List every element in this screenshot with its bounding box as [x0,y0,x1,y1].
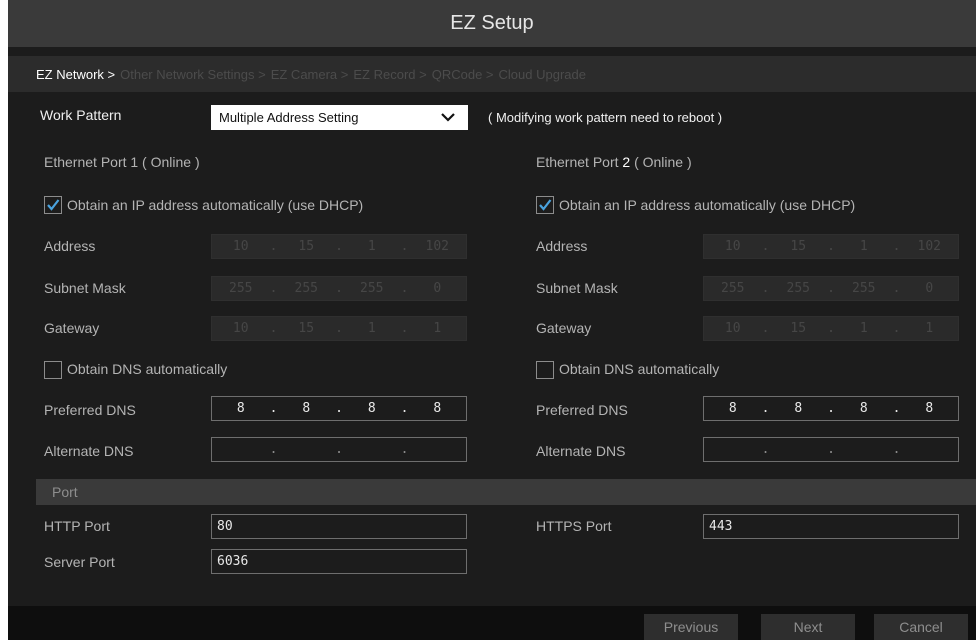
ip-octet: 8 [728,401,737,416]
ip-octet: 8 [925,401,934,416]
port2-preferred-dns-field[interactable]: 8. 8. 8. 8 [703,396,959,421]
port1-dhcp-checkbox[interactable] [44,196,62,214]
work-pattern-label: Work Pattern [40,107,122,123]
ez-setup-window: EZ Setup EZ Network > Other Network Sett… [8,0,976,640]
port2-address-field[interactable]: 10. 15. 1. 102 [703,234,959,259]
port2-gateway-label: Gateway [536,320,592,336]
port2-dns-auto-checkbox[interactable] [536,361,554,379]
window-title: EZ Setup [450,12,534,34]
server-port-input[interactable]: 6036 [211,549,467,574]
port1-subnet-field[interactable]: 255. 255. 255. 0 [211,276,467,301]
crumb-ez-camera[interactable]: EZ Camera > [271,67,349,82]
crumb-qrcode[interactable]: QRCode > [432,67,494,82]
port1-dns-auto-label: Obtain DNS automatically [67,361,228,377]
next-button[interactable]: Next [761,614,855,640]
ip-octet: 8 [236,401,245,416]
port1-address-label: Address [44,238,96,254]
port1-gateway-field[interactable]: 10. 15. 1. 1 [211,316,467,341]
work-pattern-value: Multiple Address Setting [219,110,359,125]
http-port-input[interactable]: 80 [211,514,467,539]
ip-octet: 8 [302,401,311,416]
ip-octet: 15 [790,239,807,254]
crumb-ez-network[interactable]: EZ Network > [36,67,115,82]
ip-octet: 102 [917,239,941,254]
port1-dns-auto-checkbox[interactable] [44,361,62,379]
ip-octet: 15 [790,321,807,336]
ip-octet: 10 [232,239,249,254]
port1-dhcp-label: Obtain an IP address automatically (use … [67,197,364,213]
ip-octet: 10 [724,321,741,336]
port2-dhcp-checkbox[interactable] [536,196,554,214]
port1-alternate-dns-label: Alternate DNS [44,443,134,459]
port2-alternate-dns-label: Alternate DNS [536,443,626,459]
port1-gateway-label: Gateway [44,320,100,336]
port2-title: Ethernet Port 2 ( Online ) [536,154,692,170]
http-port-label: HTTP Port [44,518,110,534]
ip-octet: 8 [794,401,803,416]
port1-alternate-dns-field[interactable]: . . . [211,437,467,462]
ip-octet: 0 [925,281,934,296]
crumb-ez-record[interactable]: EZ Record > [353,67,426,82]
port2-dhcp-label: Obtain an IP address automatically (use … [559,197,856,213]
port2-title-prefix: Ethernet Port [536,154,623,170]
work-pattern-select[interactable]: Multiple Address Setting [211,105,468,130]
port1-title: Ethernet Port 1 ( Online ) [44,154,200,170]
port2-alternate-dns-field[interactable]: . . . [703,437,959,462]
port1-preferred-dns-label: Preferred DNS [44,402,136,418]
ip-octet: 10 [232,321,249,336]
ip-octet: 8 [859,401,868,416]
ip-octet: 102 [425,239,449,254]
port2-subnet-field[interactable]: 255. 255. 255. 0 [703,276,959,301]
ip-octet: 15 [298,321,315,336]
crumb-other-network-settings[interactable]: Other Network Settings > [120,67,266,82]
http-port-value: 80 [217,519,233,534]
previous-button[interactable]: Previous [644,614,738,640]
port2-subnet-label: Subnet Mask [536,280,618,296]
ip-octet: 255 [229,281,253,296]
port2-address-label: Address [536,238,588,254]
ip-octet: 1 [367,239,376,254]
ip-octet: 1 [859,321,868,336]
port2-title-suffix: ( Online ) [630,154,692,170]
server-port-label: Server Port [44,554,115,570]
ip-octet: 255 [360,281,384,296]
ip-octet: 255 [852,281,876,296]
checkmark-icon [47,199,60,211]
ip-octet: 1 [433,321,442,336]
port1-preferred-dns-field[interactable]: 8. 8. 8. 8 [211,396,467,421]
ip-octet: 255 [294,281,318,296]
ip-octet: 255 [786,281,810,296]
chevron-down-icon [440,109,456,128]
port2-preferred-dns-label: Preferred DNS [536,402,628,418]
ip-octet: 1 [925,321,934,336]
port-section-label: Port [52,484,78,500]
port-section-header: Port [36,479,976,505]
port2-gateway-field[interactable]: 10. 15. 1. 1 [703,316,959,341]
ip-octet: 1 [367,321,376,336]
port1-subnet-label: Subnet Mask [44,280,126,296]
reboot-note: ( Modifying work pattern need to reboot … [488,110,723,125]
server-port-value: 6036 [217,554,249,569]
ip-octet: 255 [721,281,745,296]
https-port-input[interactable]: 443 [703,514,959,539]
ip-octet: 15 [298,239,315,254]
breadcrumb: EZ Network > Other Network Settings > EZ… [8,56,976,92]
ip-octet: 8 [367,401,376,416]
checkmark-icon [539,199,552,211]
https-port-label: HTTPS Port [536,518,612,534]
cancel-button[interactable]: Cancel [874,614,968,640]
port1-address-field[interactable]: 10. 15. 1. 102 [211,234,467,259]
crumb-cloud-upgrade[interactable]: Cloud Upgrade [499,67,586,82]
ip-octet: 1 [859,239,868,254]
ip-octet: 10 [724,239,741,254]
title-bar: EZ Setup [8,0,976,47]
port2-dns-auto-label: Obtain DNS automatically [559,361,720,377]
https-port-value: 443 [709,519,733,534]
ip-octet: 8 [433,401,442,416]
ip-octet: 0 [433,281,442,296]
